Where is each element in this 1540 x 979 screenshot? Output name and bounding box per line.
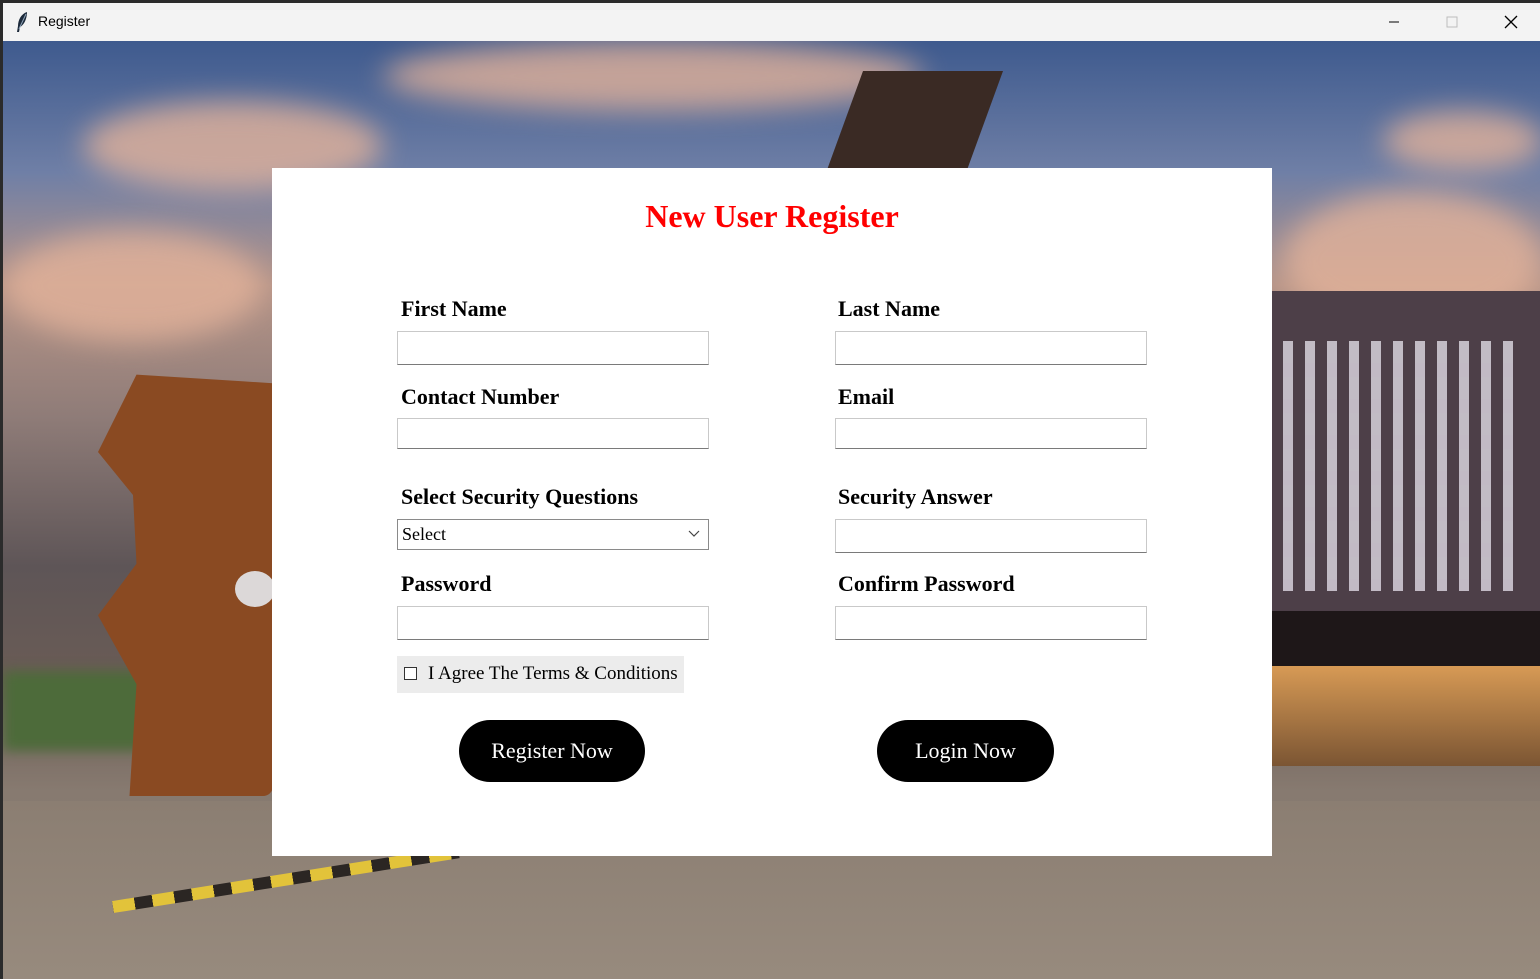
register-panel: New User Register First Name Last Name C… [272, 168, 1272, 856]
title-bar: Register [3, 3, 1540, 41]
security-question-select[interactable]: Select [397, 519, 709, 550]
window-title: Register [38, 13, 91, 29]
minimize-button[interactable] [1365, 3, 1423, 41]
register-now-button[interactable]: Register Now [459, 720, 645, 782]
close-button[interactable] [1482, 3, 1540, 41]
email-label: Email [838, 384, 895, 409]
first-name-label: First Name [401, 296, 507, 321]
contact-number-label: Contact Number [401, 384, 560, 409]
last-name-input[interactable] [835, 331, 1147, 365]
password-input[interactable] [397, 606, 709, 640]
minimize-icon [1389, 21, 1399, 23]
terms-checkbox-row[interactable]: I Agree The Terms & Conditions [397, 656, 684, 693]
last-name-label: Last Name [838, 296, 941, 321]
security-answer-label: Security Answer [838, 484, 993, 509]
form-title: New User Register [645, 198, 899, 234]
email-input[interactable] [835, 418, 1147, 449]
security-question-value: Select [402, 524, 446, 544]
feather-icon [17, 12, 27, 32]
contact-number-input[interactable] [397, 418, 709, 449]
maximize-icon [1446, 16, 1458, 28]
terms-label: I Agree The Terms & Conditions [428, 663, 678, 684]
login-now-button[interactable]: Login Now [877, 720, 1054, 782]
confirm-password-input[interactable] [835, 606, 1147, 640]
terms-checkbox[interactable] [404, 667, 417, 680]
first-name-input[interactable] [397, 331, 709, 365]
security-answer-input[interactable] [835, 519, 1147, 553]
security-question-label: Select Security Questions [401, 484, 639, 509]
password-label: Password [401, 571, 492, 596]
confirm-password-label: Confirm Password [838, 571, 1015, 596]
close-icon [1504, 15, 1518, 29]
chevron-down-icon [688, 530, 700, 537]
maximize-button[interactable] [1423, 3, 1481, 41]
